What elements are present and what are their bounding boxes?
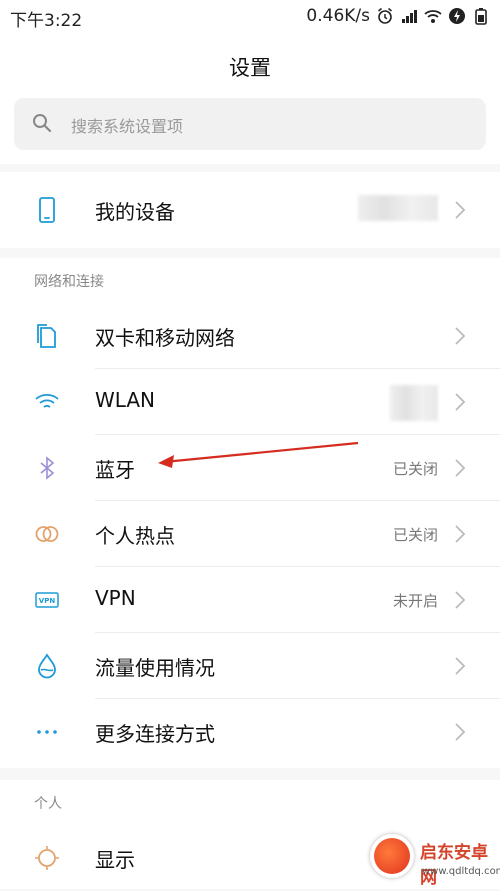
settings-header: 设置 搜索系统设置项 bbox=[0, 36, 500, 164]
row-more-connections[interactable]: 更多连接方式 bbox=[0, 699, 500, 765]
row-divider bbox=[95, 698, 500, 699]
row-label: 更多连接方式 bbox=[95, 722, 215, 746]
network-section: 网络和连接 双卡和移动网络 WLAN 蓝牙 已关闭 个人热点 已关闭 VPN V… bbox=[0, 258, 500, 768]
status-time: 下午3:22 bbox=[10, 11, 83, 31]
row-value: 已关闭 bbox=[392, 460, 438, 478]
data-usage-icon bbox=[38, 653, 56, 679]
svg-text:VPN: VPN bbox=[39, 597, 56, 605]
chevron-right-icon bbox=[455, 327, 466, 345]
chevron-right-icon bbox=[455, 591, 466, 609]
display-sun-icon bbox=[35, 846, 59, 870]
chevron-right-icon bbox=[455, 201, 466, 219]
watermark-name: 启东安卓网 bbox=[420, 843, 488, 888]
bluetooth-icon bbox=[40, 456, 55, 480]
row-hotspot[interactable]: 个人热点 已关闭 bbox=[0, 501, 500, 567]
wifi-status-icon bbox=[424, 10, 442, 23]
chevron-right-icon bbox=[455, 657, 466, 675]
row-divider bbox=[95, 566, 500, 567]
row-divider bbox=[95, 500, 500, 501]
row-label: 个人热点 bbox=[95, 524, 175, 548]
row-label: 双卡和移动网络 bbox=[95, 326, 235, 350]
row-label: WLAN bbox=[95, 388, 156, 412]
status-bar: 下午3:22 0.46K/s bbox=[0, 0, 500, 36]
row-divider bbox=[95, 434, 500, 435]
annotation-arrow bbox=[158, 441, 359, 468]
row-label: 蓝牙 bbox=[95, 458, 135, 482]
row-label: 流量使用情况 bbox=[95, 656, 215, 680]
section-label-network: 网络和连接 bbox=[34, 274, 104, 290]
wifi-icon bbox=[35, 393, 59, 408]
section-label-personal: 个人 bbox=[34, 796, 62, 812]
row-data-usage[interactable]: 流量使用情况 bbox=[0, 633, 500, 699]
battery-icon bbox=[475, 8, 487, 25]
row-wlan[interactable]: WLAN bbox=[0, 369, 500, 435]
wifi-name-blur bbox=[390, 385, 438, 421]
sim-cards-icon bbox=[37, 324, 56, 348]
device-name-blur bbox=[358, 195, 438, 221]
vpn-icon: VPN bbox=[35, 592, 59, 608]
phone-icon bbox=[39, 197, 55, 223]
row-sim-mobile-network[interactable]: 双卡和移动网络 bbox=[0, 303, 500, 369]
more-dots-icon bbox=[37, 730, 57, 734]
row-label: VPN bbox=[95, 586, 136, 610]
watermark-url: www.qdltdq.com bbox=[422, 866, 500, 877]
row-divider bbox=[95, 368, 500, 369]
alarm-icon bbox=[378, 7, 392, 24]
watermark-logo: 启东安卓网 www.qdltdq.com bbox=[360, 826, 500, 889]
my-device-label: 我的设备 bbox=[95, 200, 175, 224]
device-card: 我的设备 bbox=[0, 172, 500, 248]
search-placeholder: 搜索系统设置项 bbox=[71, 117, 184, 136]
chevron-right-icon bbox=[455, 459, 466, 477]
network-speed: 0.46K/s bbox=[306, 6, 370, 26]
charging-icon bbox=[449, 8, 465, 24]
search-bar[interactable]: 搜索系统设置项 bbox=[14, 98, 486, 150]
status-icons: 0.46K/s bbox=[306, 6, 490, 26]
row-value: 未开启 bbox=[392, 592, 438, 610]
search-icon bbox=[33, 114, 52, 133]
row-vpn[interactable]: VPN VPN 未开启 bbox=[0, 567, 500, 633]
chevron-right-icon bbox=[455, 525, 466, 543]
row-label: 显示 bbox=[95, 848, 135, 872]
row-value: 已关闭 bbox=[392, 526, 438, 544]
page-title: 设置 bbox=[229, 56, 271, 80]
row-divider bbox=[95, 632, 500, 633]
chevron-right-icon bbox=[455, 393, 466, 411]
hotspot-icon bbox=[35, 526, 59, 542]
chevron-right-icon bbox=[455, 723, 466, 741]
signal-icon bbox=[402, 10, 417, 23]
my-device-row[interactable]: 我的设备 bbox=[0, 177, 500, 243]
watermark-badge-icon bbox=[370, 834, 414, 878]
